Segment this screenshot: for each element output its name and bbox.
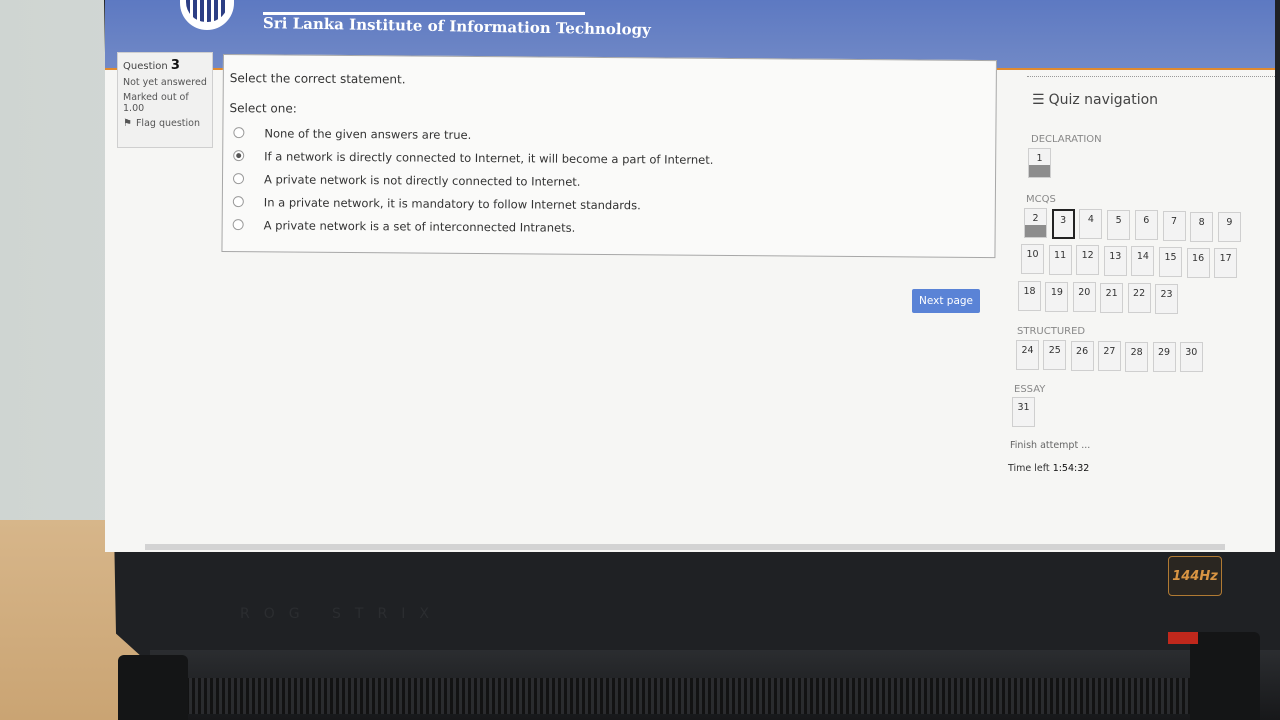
quiz-nav-question-6[interactable]: 6	[1134, 210, 1158, 241]
quiz-nav-question-13[interactable]: 13	[1103, 245, 1127, 276]
section-label-structured: STRUCTURED	[1017, 326, 1086, 337]
radio-button[interactable]	[232, 173, 245, 185]
quiz-navigation-title: ☰ Quiz navigation	[1032, 92, 1159, 108]
quiz-nav-question-17[interactable]: 17	[1214, 248, 1238, 279]
radio-button[interactable]	[233, 127, 245, 139]
quiz-nav-question-28[interactable]: 28	[1125, 341, 1149, 372]
question-info-panel: Question 3 Not yet answered Marked out o…	[117, 52, 213, 148]
quiz-nav-question-19[interactable]: 19	[1045, 281, 1069, 312]
marked-out-of: Marked out of 1.00	[123, 92, 189, 114]
quiz-nav-question-27[interactable]: 27	[1097, 341, 1121, 372]
quiz-nav-question-8[interactable]: 8	[1190, 211, 1214, 242]
question-text: Select the correct statement.	[229, 71, 406, 87]
quiz-nav-question-21[interactable]: 21	[1100, 282, 1124, 313]
flag-question-button[interactable]: ⚑ Flag question	[123, 118, 207, 129]
laptop-vent	[180, 678, 1240, 714]
question-number: Question 3	[123, 58, 180, 73]
quiz-nav-question-31[interactable]: 31	[1012, 397, 1035, 427]
section-label-essay: ESSAY	[1014, 384, 1046, 395]
quiz-nav-question-26[interactable]: 26	[1070, 340, 1094, 371]
laptop-brand: ROG STRIX	[240, 606, 443, 622]
quiz-nav-question-30[interactable]: 30	[1179, 342, 1203, 373]
institution-title: Sri Lanka Institute of Information Techn…	[262, 14, 651, 39]
nav-separator	[1027, 76, 1275, 77]
hinge-right	[1190, 632, 1260, 720]
quiz-nav-question-10[interactable]: 10	[1021, 244, 1044, 274]
quiz-nav-question-24[interactable]: 24	[1016, 340, 1039, 370]
quiz-nav-question-14[interactable]: 14	[1131, 246, 1155, 277]
radio-button-selected[interactable]	[233, 150, 245, 162]
question-box: Select the correct statement. Select one…	[221, 54, 997, 259]
hinge-left	[118, 655, 188, 720]
quiz-nav-question-2[interactable]: 2	[1024, 208, 1047, 238]
next-page-button[interactable]: Next page	[912, 289, 980, 313]
quiz-nav-question-9[interactable]: 9	[1217, 212, 1241, 243]
radio-button[interactable]	[232, 219, 244, 231]
answer-list: None of the given answers are true. If a…	[232, 121, 714, 240]
university-logo	[180, 0, 234, 30]
quiz-nav-question-5[interactable]: 5	[1107, 209, 1131, 240]
red-accent	[1168, 632, 1198, 644]
quiz-nav-question-16[interactable]: 16	[1186, 247, 1210, 278]
screen: Sri Lanka Institute of Information Techn…	[105, 0, 1275, 552]
time-left: Time left 1:54:32	[1008, 463, 1090, 474]
question-status: Not yet answered	[123, 77, 207, 88]
quiz-nav-question-18[interactable]: 18	[1018, 281, 1041, 311]
quiz-nav-question-1[interactable]: 1	[1028, 148, 1051, 178]
quiz-nav-question-22[interactable]: 22	[1127, 283, 1151, 313]
finish-attempt-link[interactable]: Finish attempt ...	[1010, 440, 1090, 451]
quiz-nav-question-15[interactable]: 15	[1159, 247, 1182, 277]
quiz-nav-question-29[interactable]: 29	[1152, 342, 1176, 372]
select-one-label: Select one:	[229, 101, 297, 116]
menu-icon: ☰	[1032, 92, 1045, 108]
radio-button[interactable]	[232, 196, 244, 208]
quiz-nav-question-3[interactable]: 3	[1051, 208, 1075, 239]
horizontal-scrollbar[interactable]	[145, 544, 1225, 550]
quiz-nav-question-20[interactable]: 20	[1072, 282, 1096, 312]
refresh-rate-badge: 144Hz	[1168, 556, 1222, 596]
quiz-nav-question-7[interactable]: 7	[1162, 211, 1186, 241]
quiz-nav-question-11[interactable]: 11	[1048, 244, 1072, 275]
quiz-navigation-panel: ☰ Quiz navigation DECLARATION MCQS STRUCT…	[1008, 76, 1275, 496]
quiz-nav-question-23[interactable]: 23	[1155, 283, 1178, 314]
section-label-mcqs: MCQS	[1026, 194, 1056, 205]
quiz-nav-question-12[interactable]: 12	[1076, 245, 1100, 276]
flag-icon: ⚑	[123, 118, 132, 129]
answer-option[interactable]: A private network is a set of interconne…	[232, 213, 713, 240]
quiz-nav-question-25[interactable]: 25	[1043, 340, 1067, 371]
quiz-nav-question-4[interactable]: 4	[1079, 209, 1103, 240]
section-label-declaration: DECLARATION	[1031, 134, 1102, 145]
